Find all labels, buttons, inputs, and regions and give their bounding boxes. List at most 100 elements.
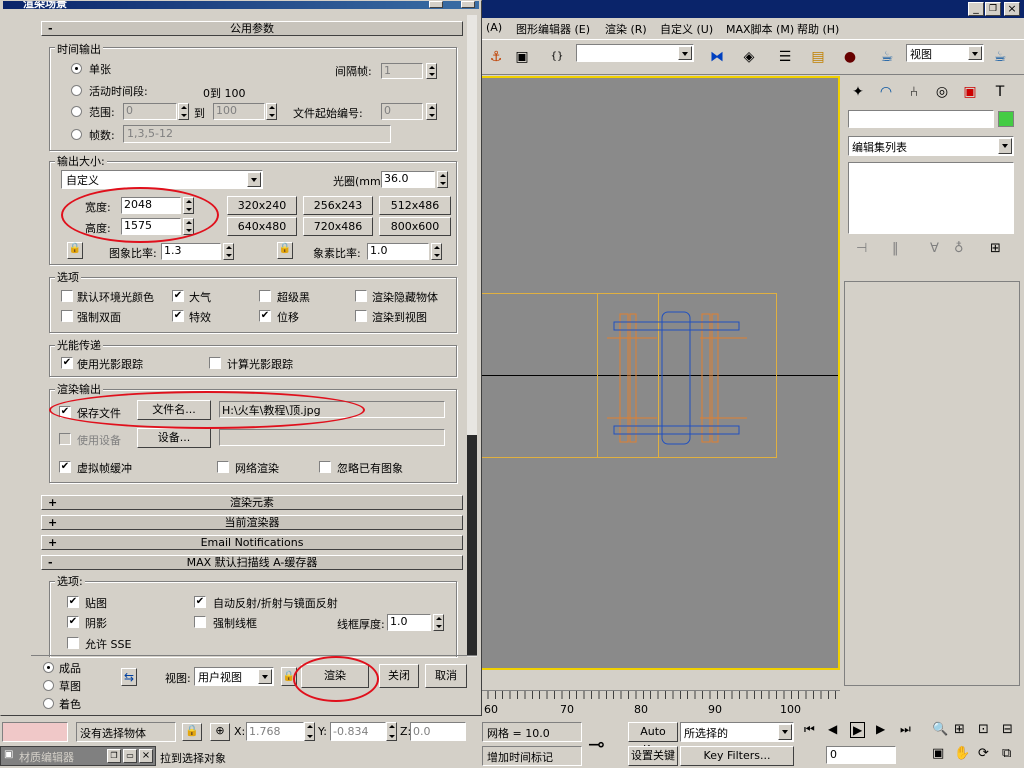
- rollout-render-elements[interactable]: + 渲染元素: [41, 495, 463, 510]
- object-name-field[interactable]: [848, 110, 994, 128]
- named-selection-dropdown[interactable]: [576, 44, 694, 62]
- interval-field[interactable]: 1: [381, 63, 423, 79]
- maximize-button[interactable]: ❐: [985, 2, 1001, 16]
- radio-frames[interactable]: [71, 129, 82, 140]
- motion-tab-icon[interactable]: ◎: [930, 80, 954, 104]
- dialog-scrollbar-thumb[interactable]: [467, 435, 477, 655]
- image-aspect-field[interactable]: 1.3: [161, 243, 221, 260]
- pan-icon[interactable]: ✋: [954, 746, 970, 761]
- checkbox-enable-sse[interactable]: [67, 637, 79, 649]
- zoom-icon[interactable]: 🔍: [932, 722, 948, 737]
- checkbox-force-2-sided[interactable]: [61, 310, 73, 322]
- zoom-extents-all-icon[interactable]: ⊟: [1002, 722, 1013, 737]
- checkbox-render-to-fields[interactable]: [355, 310, 367, 322]
- preset-720x486-button[interactable]: 720x486: [303, 217, 373, 236]
- range-from-spinner[interactable]: [178, 103, 189, 120]
- maximize-viewport-icon[interactable]: ⧉: [1002, 746, 1011, 761]
- material-editor-taskbar[interactable]: ▣ 材质编辑器 ❐ ▭ ×: [0, 746, 156, 766]
- show-end-result-icon[interactable]: ‖: [892, 241, 899, 256]
- region-zoom-icon[interactable]: ▣: [932, 746, 944, 761]
- checkbox-virtual-frame-buffer[interactable]: ✔: [59, 461, 71, 473]
- curve-editor-icon[interactable]: ▤: [806, 45, 830, 69]
- quick-render-icon[interactable]: ☕: [988, 45, 1012, 69]
- radio-active-segment[interactable]: [71, 85, 82, 96]
- set-key-button[interactable]: 设置关键帧: [628, 746, 678, 766]
- checkbox-default-ambient[interactable]: [61, 290, 73, 302]
- abc-named-selection-icon[interactable]: {}: [545, 45, 569, 69]
- material-editor-icon[interactable]: ●: [838, 45, 862, 69]
- menu-customize[interactable]: 自定义 (U): [660, 21, 713, 37]
- rollout-common-params[interactable]: - 公用参数: [41, 21, 463, 36]
- close-button[interactable]: ×: [1004, 2, 1020, 16]
- viewport-select-dropdown[interactable]: 用户视图: [194, 667, 274, 686]
- preset-800x600-button[interactable]: 800x600: [379, 217, 451, 236]
- checkbox-force-wireframe[interactable]: [194, 616, 206, 628]
- make-unique-icon[interactable]: ∀: [930, 241, 939, 256]
- checkbox-net-render[interactable]: [217, 461, 229, 473]
- pin-stack-icon[interactable]: ⊣: [856, 241, 867, 256]
- auto-key-button[interactable]: Auto Key: [628, 722, 678, 756]
- x-field[interactable]: 1.768: [246, 722, 304, 741]
- checkbox-displacement[interactable]: ✔: [259, 310, 271, 322]
- menu-graph-editors[interactable]: 图形编辑器 (E): [516, 21, 590, 37]
- radio-production[interactable]: [43, 662, 54, 673]
- zoom-extents-icon[interactable]: ⊡: [978, 722, 989, 737]
- checkbox-atmosphere[interactable]: ✔: [172, 290, 184, 302]
- arc-rotate-icon[interactable]: ⟳: [978, 746, 989, 761]
- mirror-icon[interactable]: ⧓: [705, 45, 729, 69]
- checkbox-shadows[interactable]: ✔: [67, 616, 79, 628]
- menu-maxscript[interactable]: MAX脚本 (M): [726, 21, 794, 37]
- checkbox-mapping[interactable]: ✔: [67, 596, 79, 608]
- x-spinner[interactable]: [304, 722, 315, 741]
- dialog-scrollbar[interactable]: [467, 15, 477, 657]
- preset-320x240-button[interactable]: 320x240: [227, 196, 297, 215]
- lock-pixel-aspect-icon[interactable]: 🔒: [277, 242, 293, 259]
- z-field[interactable]: 0.0: [410, 722, 466, 741]
- preset-256x243-button[interactable]: 256x243: [303, 196, 373, 215]
- current-frame-field[interactable]: 0: [826, 746, 896, 764]
- range-to-spinner[interactable]: [266, 103, 277, 120]
- modifier-list-dropdown[interactable]: 编辑集列表: [848, 136, 1014, 156]
- checkbox-super-black[interactable]: [259, 290, 271, 302]
- aperture-field[interactable]: 36.0: [381, 171, 435, 188]
- range-to-field[interactable]: 100: [213, 103, 265, 120]
- lock-image-aspect-icon[interactable]: 🔒: [67, 242, 83, 259]
- taskbar-close-button[interactable]: ×: [139, 749, 153, 763]
- menu-render[interactable]: 渲染 (R): [605, 21, 647, 37]
- wire-thickness-spinner[interactable]: [433, 614, 444, 631]
- radio-activeshade[interactable]: [43, 698, 54, 709]
- y-field[interactable]: -0.834: [330, 722, 386, 741]
- key-icon[interactable]: ⊸: [588, 732, 605, 756]
- minimize-button[interactable]: _: [968, 2, 984, 16]
- preset-640x480-button[interactable]: 640x480: [227, 217, 297, 236]
- create-tab-icon[interactable]: ✦: [846, 80, 870, 104]
- viewport[interactable]: 用户: [6, 76, 840, 670]
- menu-a[interactable]: (A): [486, 21, 502, 34]
- checkbox-skip-existing[interactable]: [319, 461, 331, 473]
- key-mode-dropdown[interactable]: 所选择的: [680, 722, 794, 742]
- preset-512x486-button[interactable]: 512x486: [379, 196, 451, 215]
- checkbox-effects[interactable]: ✔: [172, 310, 184, 322]
- swap-render-type-icon[interactable]: ⇆: [121, 668, 137, 686]
- goto-start-icon[interactable]: ⏮: [804, 722, 815, 737]
- devices-button[interactable]: 设备...: [137, 428, 211, 448]
- zoom-all-icon[interactable]: ⊞: [954, 722, 965, 737]
- box-icon[interactable]: ▣: [510, 45, 534, 69]
- view-dropdown[interactable]: 视图: [906, 44, 984, 62]
- wire-thickness-field[interactable]: 1.0: [387, 614, 431, 631]
- key-filters-button[interactable]: Key Filters...: [680, 746, 794, 766]
- close-dialog-button[interactable]: 关闭: [379, 664, 419, 688]
- aperture-spinner[interactable]: [437, 171, 448, 188]
- pixel-aspect-field[interactable]: 1.0: [367, 243, 429, 260]
- taskbar-max-button[interactable]: ▭: [123, 749, 137, 763]
- checkbox-auto-reflect[interactable]: ✔: [194, 596, 206, 608]
- checkbox-use-radiosity[interactable]: ✔: [61, 357, 73, 369]
- layer-manager-icon[interactable]: ☰: [773, 45, 797, 69]
- radio-single[interactable]: [71, 63, 82, 74]
- dialog-close-button[interactable]: [461, 1, 475, 8]
- rollout-email-notifications[interactable]: + Email Notifications: [41, 535, 463, 550]
- radio-range[interactable]: [71, 106, 82, 117]
- range-from-field[interactable]: 0: [123, 103, 177, 120]
- render-scene-icon[interactable]: ☕: [875, 45, 899, 69]
- add-time-tag-text[interactable]: 增加时间标记: [487, 749, 553, 765]
